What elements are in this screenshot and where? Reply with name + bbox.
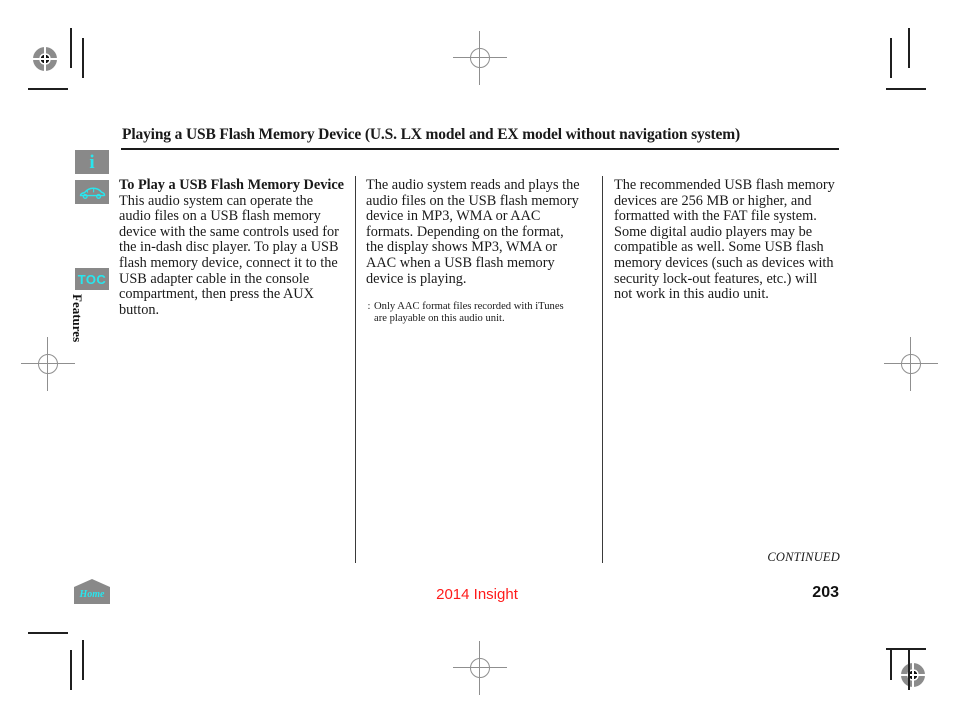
section-tab-features: Features: [70, 294, 85, 343]
page-title: Playing a USB Flash Memory Device (U.S. …: [122, 126, 740, 143]
registration-target-top-right: [898, 660, 928, 690]
vehicle-icon-button[interactable]: [75, 180, 109, 204]
crop-mark-bottom-left-horizontal: [28, 632, 68, 634]
model-year-label: 2014 Insight: [436, 586, 518, 603]
note-text: Only AAC format files recorded with iTun…: [374, 301, 564, 325]
crop-mark-top-right-horizontal: [886, 88, 926, 90]
title-underline: [121, 148, 839, 150]
crop-mark-bottom-right-inner-vertical: [890, 650, 892, 680]
home-button[interactable]: Home: [74, 579, 110, 604]
registration-mark-top-center: [453, 31, 507, 85]
info-icon-button[interactable]: i: [75, 150, 109, 174]
content-column-2: The audio system reads and plays the aud…: [366, 177, 584, 287]
home-roof-shape: [74, 579, 110, 587]
column-divider-1: [355, 176, 356, 563]
crop-mark-bottom-left-vertical: [70, 650, 72, 690]
registration-target-top-left: [30, 44, 60, 74]
registration-mark-bottom-center: [453, 641, 507, 695]
note-marker-icon: :: [367, 301, 371, 312]
crop-mark-top-right-vertical: [908, 28, 910, 68]
continued-label: CONTINUED: [767, 550, 840, 564]
column1-body: This audio system can operate the audio …: [119, 192, 339, 318]
crop-mark-top-left-inner-vertical: [82, 38, 84, 78]
content-column-3: The recommended USB flash memory devices…: [614, 177, 838, 303]
crop-mark-bottom-right-vertical: [908, 650, 910, 690]
crop-mark-top-right-inner-vertical: [890, 38, 892, 78]
crop-mark-top-left-horizontal: [28, 88, 68, 90]
column-divider-2: [602, 176, 603, 563]
content-column-1: To Play a USB Flash Memory Device This a…: [119, 177, 347, 318]
registration-mark-left-center: [21, 337, 75, 391]
page-number: 203: [812, 584, 839, 601]
crop-mark-bottom-left-inner-vertical: [82, 640, 84, 680]
column2-body: The audio system reads and plays the aud…: [366, 177, 580, 287]
toc-label: TOC: [77, 271, 107, 287]
info-icon: i: [89, 151, 95, 173]
car-icon: [79, 187, 106, 199]
column2-note: : Only AAC format files recorded with iT…: [364, 301, 579, 326]
column3-body: The recommended USB flash memory devices…: [614, 177, 835, 303]
registration-mark-right-center: [884, 337, 938, 391]
crop-mark-bottom-right-horizontal: [886, 648, 926, 650]
home-label: Home: [79, 589, 105, 600]
toc-button[interactable]: TOC: [75, 268, 109, 290]
crop-mark-top-left-vertical: [70, 28, 72, 68]
column1-subheading: To Play a USB Flash Memory Device: [119, 177, 345, 193]
